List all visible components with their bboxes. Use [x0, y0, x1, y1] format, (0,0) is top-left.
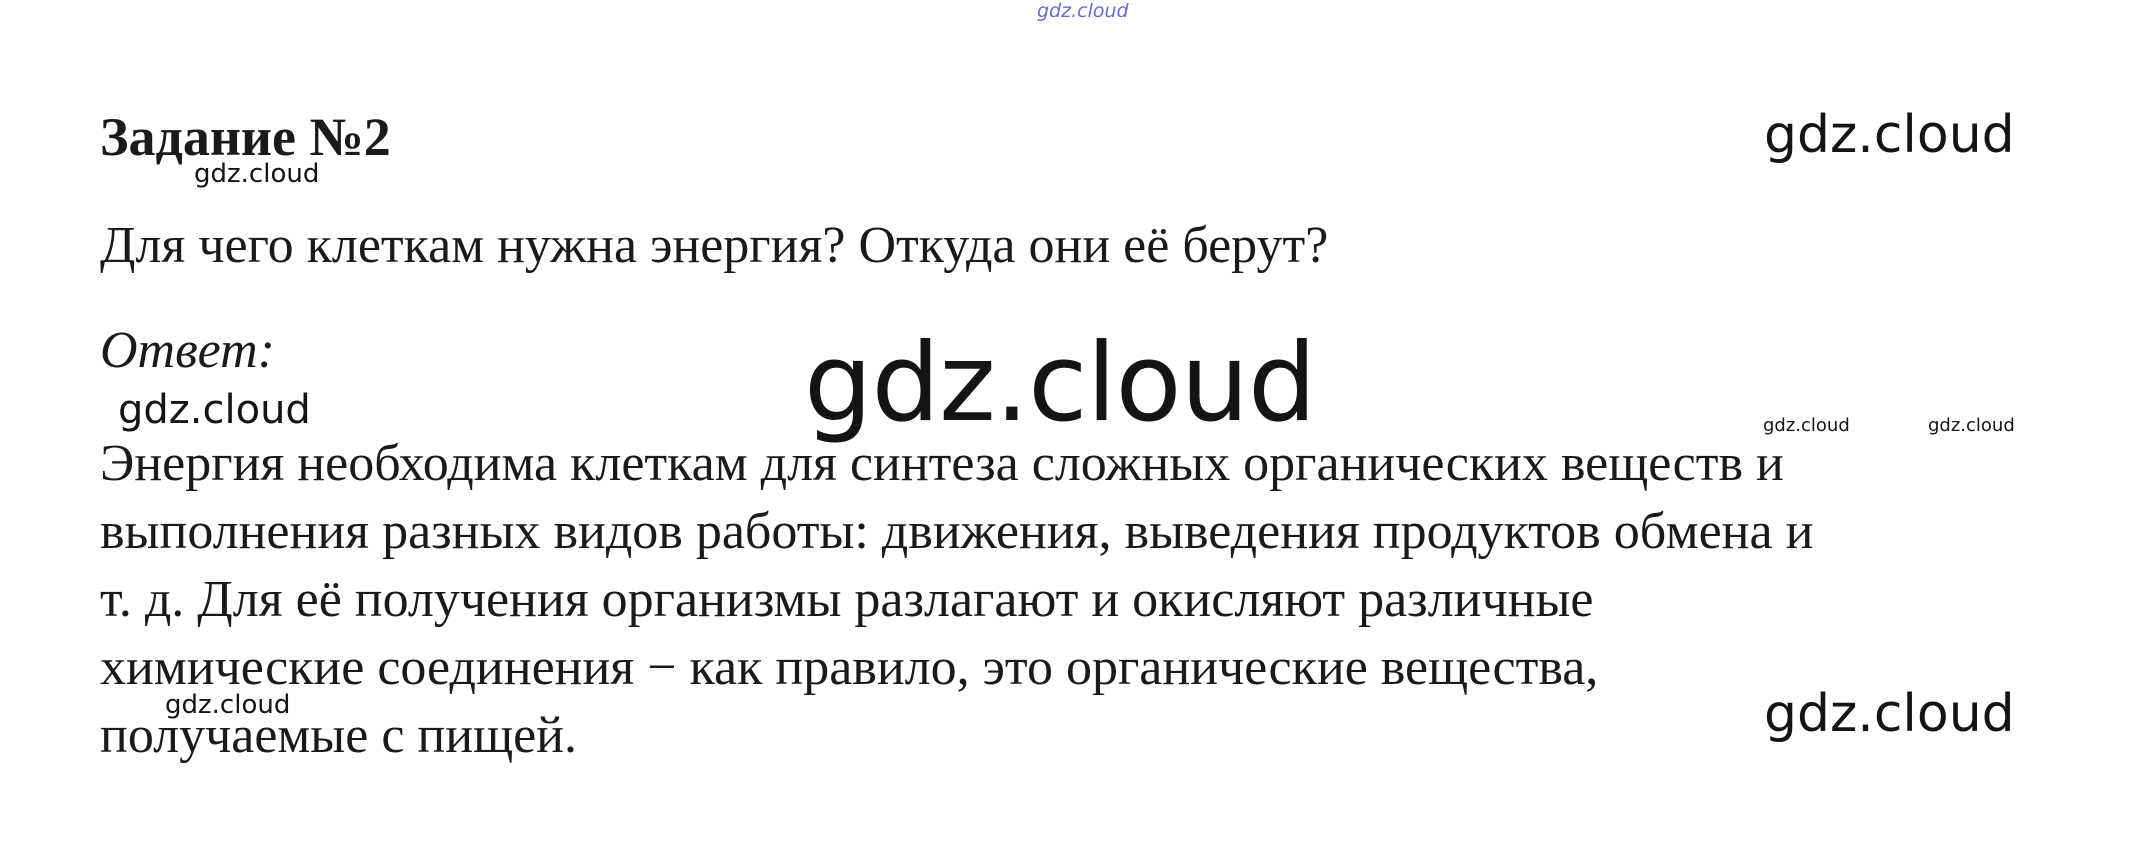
watermark-top: gdz.cloud [1037, 0, 1129, 22]
answer-line-3: т. д. Для её получения организмы разлага… [100, 571, 1594, 628]
answer-label: Ответ: [100, 322, 275, 379]
watermark-left-medium: gdz.cloud [118, 387, 311, 433]
answer-line-1: Энергия необходима клеткам для синтеза с… [100, 435, 1784, 492]
watermark-lower-left: gdz.cloud [165, 690, 291, 720]
watermark-center-large: gdz.cloud [804, 321, 1317, 446]
watermark-right-top: gdz.cloud [1764, 105, 2015, 165]
watermark-under-title: gdz.cloud [194, 159, 320, 189]
answer-line-2: выполнения разных видов работы: движения… [100, 503, 1814, 560]
watermark-right-bottom: gdz.cloud [1764, 684, 2015, 744]
task-question: Для чего клеткам нужна энергия? Откуда о… [100, 217, 1329, 274]
task-title: Задание №2 [100, 107, 391, 167]
